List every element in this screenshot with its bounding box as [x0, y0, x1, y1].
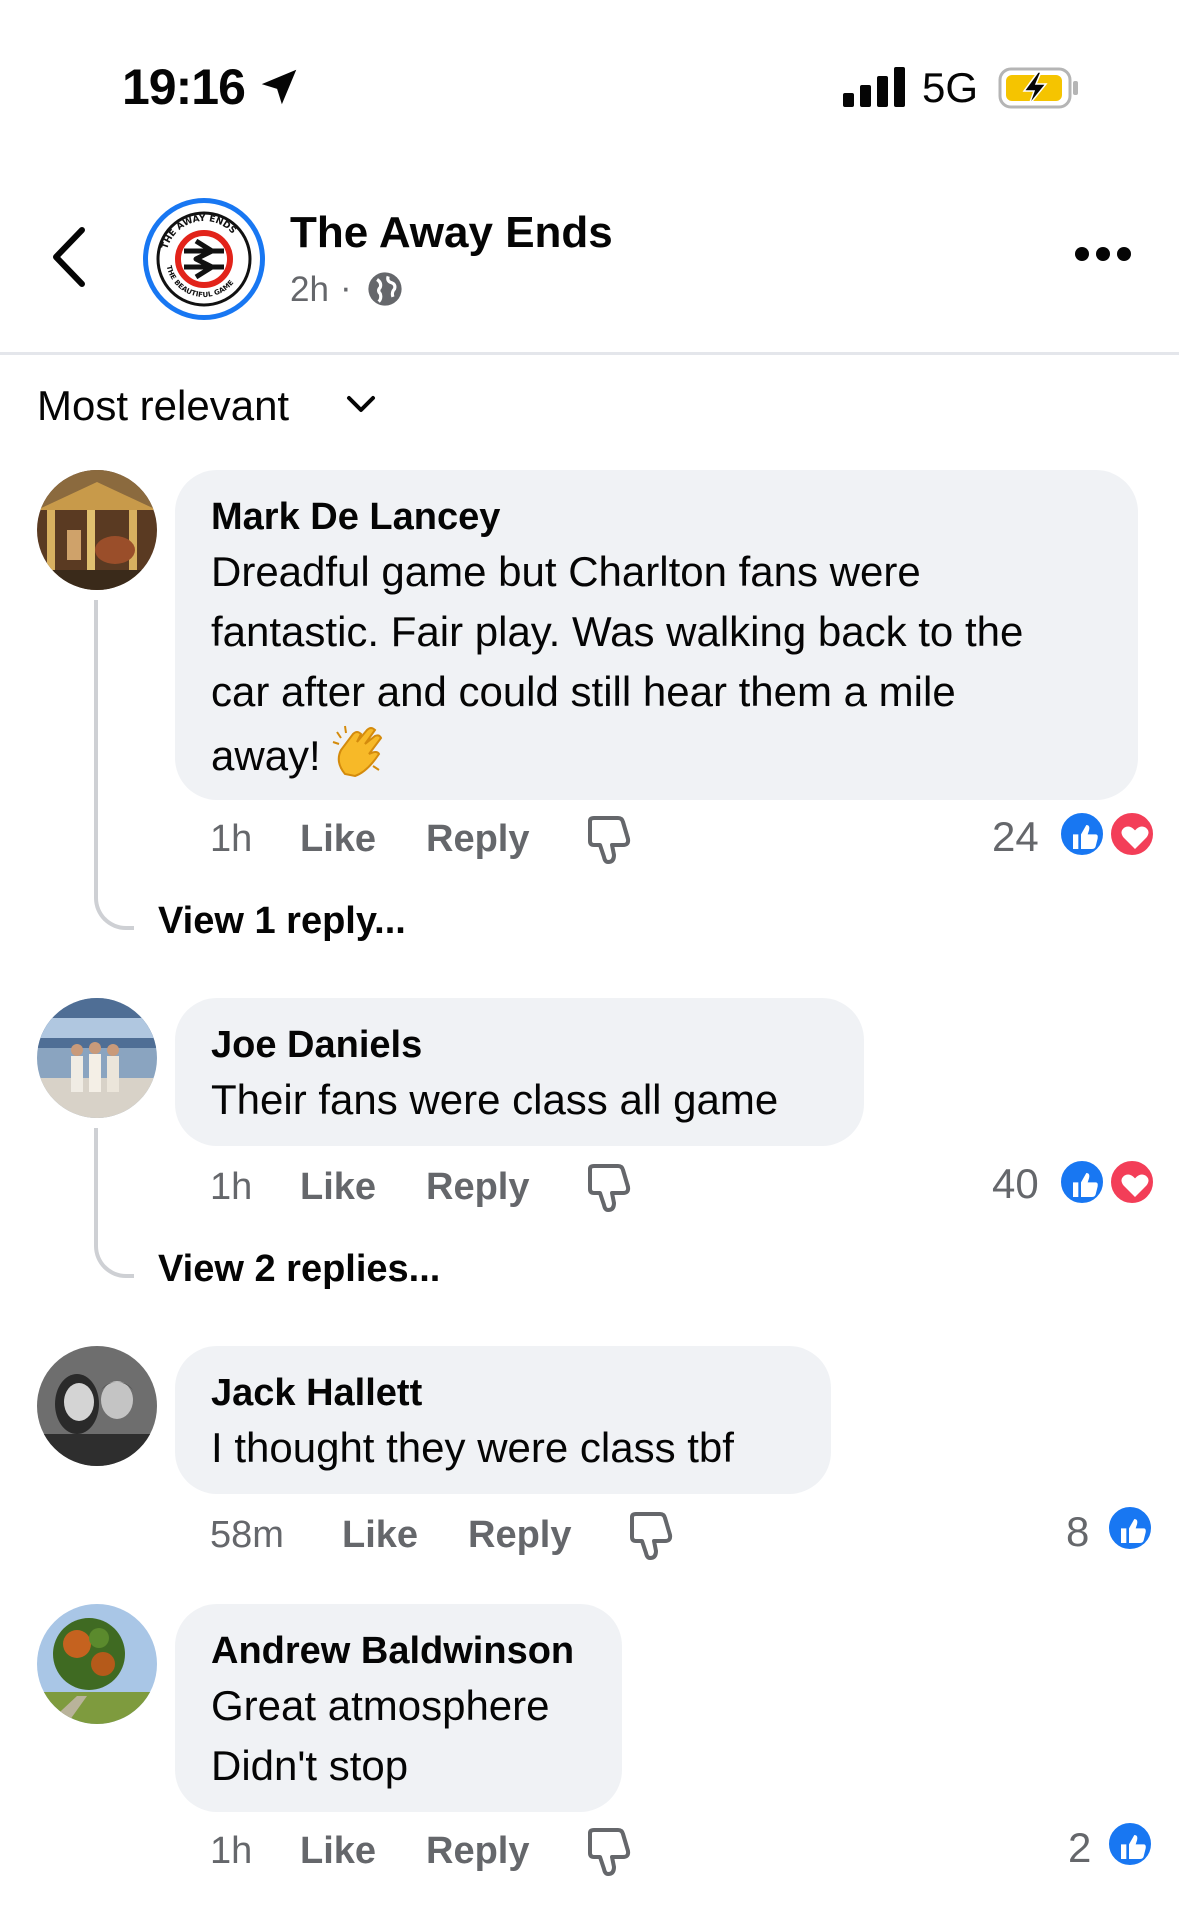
comment-bubble[interactable]: Andrew Baldwinson Great atmosphere Didn'… [175, 1604, 622, 1812]
network-type: 5G [922, 64, 979, 111]
reaction-count[interactable]: 2 [1068, 1824, 1091, 1872]
dislike-icon[interactable] [628, 1511, 674, 1561]
battery-charging-icon [998, 67, 1078, 109]
like-reaction-icon[interactable] [1106, 1820, 1154, 1868]
clapping-hands-icon [332, 725, 382, 778]
comment-bubble[interactable]: Jack Hallett I thought they were class t… [175, 1346, 831, 1494]
carousel-photo [37, 470, 157, 590]
like-button[interactable]: Like [300, 818, 376, 861]
reply-button[interactable]: Reply [426, 1166, 529, 1209]
dislike-icon[interactable] [586, 1827, 632, 1877]
comment-time: 1h [210, 1830, 253, 1872]
view-replies-link[interactable]: View 1 reply... [158, 900, 406, 943]
comment-time: 1h [210, 818, 253, 860]
comment-author[interactable]: Jack Hallett [211, 1368, 795, 1418]
reaction-count[interactable]: 40 [992, 1160, 1039, 1208]
away-ends-logo: THE AWAY ENDS THE BEAUTIFUL GAME [154, 209, 254, 309]
like-reaction-icon[interactable] [1058, 810, 1106, 858]
commenter-avatar[interactable] [37, 1346, 157, 1466]
thread-connector [94, 1128, 134, 1278]
like-button[interactable]: Like [342, 1514, 418, 1557]
couple-photo [37, 1346, 157, 1466]
thread-connector [94, 600, 134, 930]
view-replies-link[interactable]: View 2 replies... [158, 1248, 440, 1291]
comment-text: Great atmosphere Didn't stop [211, 1682, 550, 1789]
header-divider [0, 352, 1179, 355]
commenter-avatar[interactable] [37, 470, 157, 590]
group-photo [37, 998, 157, 1118]
comment-time: 1h [210, 1166, 253, 1208]
reply-button[interactable]: Reply [468, 1514, 571, 1557]
tree-photo [37, 1604, 157, 1724]
like-reaction-icon[interactable] [1106, 1504, 1154, 1552]
like-button[interactable]: Like [300, 1830, 376, 1873]
commenter-avatar[interactable] [37, 1604, 157, 1724]
page-title[interactable]: The Away Ends [290, 208, 613, 258]
reaction-count[interactable]: 8 [1066, 1508, 1089, 1556]
comment-text: Dreadful game but Charlton fans were fan… [211, 542, 1102, 786]
meta-separator: · [340, 268, 352, 307]
dislike-icon[interactable] [586, 815, 632, 865]
like-button[interactable]: Like [300, 1166, 376, 1209]
comment-bubble[interactable]: Mark De Lancey Dreadful game but Charlto… [175, 470, 1138, 800]
globe-icon [368, 272, 402, 306]
comments-screen: 19:16 5G THE AWAY ENDS THE BEAUTIFUL GAM… [0, 0, 1179, 1924]
love-reaction-icon[interactable] [1108, 810, 1156, 858]
page-avatar[interactable]: THE AWAY ENDS THE BEAUTIFUL GAME [143, 198, 265, 320]
like-reaction-icon[interactable] [1058, 1158, 1106, 1206]
comment-text: I thought they were class tbf [211, 1424, 734, 1471]
comment-time: 58m [210, 1514, 284, 1556]
commenter-avatar[interactable] [37, 998, 157, 1118]
reply-button[interactable]: Reply [426, 818, 529, 861]
love-reaction-icon[interactable] [1108, 1158, 1156, 1206]
comment-author[interactable]: Mark De Lancey [211, 492, 1102, 542]
more-options-icon[interactable] [1074, 246, 1132, 262]
location-arrow-icon [261, 69, 297, 105]
dislike-icon[interactable] [586, 1163, 632, 1213]
sort-dropdown[interactable]: Most relevant [37, 382, 289, 430]
reply-button[interactable]: Reply [426, 1830, 529, 1873]
signal-bars-icon [843, 67, 905, 107]
back-chevron-icon[interactable] [48, 226, 88, 288]
chevron-down-icon[interactable] [346, 394, 376, 414]
reaction-count[interactable]: 24 [992, 813, 1039, 861]
comment-bubble[interactable]: Joe Daniels Their fans were class all ga… [175, 998, 864, 1146]
post-age: 2h [290, 270, 329, 309]
comment-text: Their fans were class all game [211, 1076, 779, 1123]
comment-author[interactable]: Joe Daniels [211, 1020, 828, 1070]
status-time: 19:16 [122, 59, 246, 115]
comment-author[interactable]: Andrew Baldwinson [211, 1626, 586, 1676]
